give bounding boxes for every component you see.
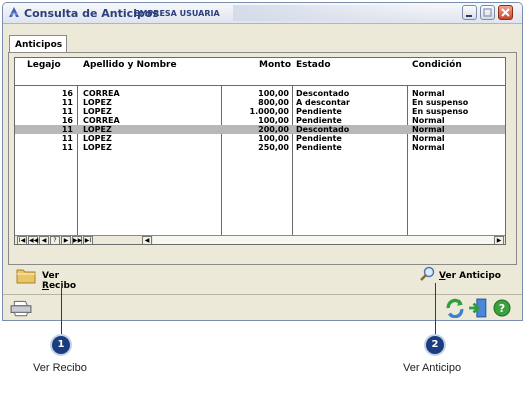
scroll-right-button[interactable]: ▶	[494, 236, 504, 244]
cell-condicion: Normal	[412, 143, 445, 152]
column-header-condicion[interactable]: Condición	[412, 60, 462, 70]
horizontal-scrollbar[interactable]	[153, 236, 503, 244]
cell-monto: 100,00	[258, 134, 289, 143]
table-row[interactable]: 11 LOPEZ 100,00 Pendiente Normal	[15, 134, 505, 143]
folder-icon	[16, 269, 36, 284]
first-record-button[interactable]: I◀	[17, 236, 27, 244]
cell-estado: Pendiente	[296, 116, 342, 125]
cell-legajo: 16	[61, 89, 73, 98]
callout-1-caption: Ver Recibo	[33, 362, 87, 374]
cell-monto: 100,00	[258, 89, 289, 98]
cell-nombre: LOPEZ	[83, 107, 112, 116]
cell-monto: 200,00	[258, 125, 289, 134]
cell-monto: 800,00	[258, 98, 289, 107]
ver-anticipo-button[interactable]: Ver Anticipo	[417, 263, 517, 287]
table-row[interactable]: 16 CORREA 100,00 Descontado Normal	[15, 89, 505, 98]
cell-estado: Pendiente	[296, 143, 342, 152]
cell-nombre: LOPEZ	[83, 143, 112, 152]
cell-legajo: 11	[61, 143, 73, 152]
magnifier-icon	[420, 266, 435, 281]
callout-1-line	[61, 283, 62, 335]
exit-icon[interactable]	[468, 298, 488, 318]
cell-estado: Descontado	[296, 89, 350, 98]
maximize-icon	[483, 8, 492, 17]
title-decoration	[233, 5, 433, 21]
close-icon	[501, 8, 510, 17]
cell-condicion: Normal	[412, 116, 445, 125]
cell-legajo: 16	[61, 116, 73, 125]
next-record-button[interactable]: ▶	[61, 236, 71, 244]
cell-condicion: En suspenso	[412, 98, 469, 107]
cell-monto: 1.000,00	[249, 107, 289, 116]
refresh-icon[interactable]	[445, 298, 465, 318]
column-header-nombre[interactable]: Apellido y Nombre	[83, 60, 177, 70]
cell-nombre: CORREA	[83, 116, 120, 125]
app-logo-icon	[9, 7, 19, 17]
cell-condicion: Normal	[412, 134, 445, 143]
action-bar: Ver Recibo Ver Anticipo	[3, 263, 522, 291]
search-record-button[interactable]: ?	[50, 236, 60, 244]
close-button[interactable]	[498, 5, 513, 20]
column-header-estado[interactable]: Estado	[296, 60, 331, 70]
ver-recibo-label: Ver Recibo	[42, 271, 77, 291]
cell-monto: 100,00	[258, 116, 289, 125]
app-window: Consulta de Anticipos EMPRESA USUARIA An…	[2, 2, 523, 321]
cell-estado: Pendiente	[296, 107, 342, 116]
window-subtitle: EMPRESA USUARIA	[134, 9, 220, 18]
cell-estado: Pendiente	[296, 134, 342, 143]
table-row-selected[interactable]: 11 LOPEZ 200,00 Descontado Normal	[15, 125, 505, 134]
table-row[interactable]: 16 CORREA 100,00 Pendiente Normal	[15, 116, 505, 125]
cell-legajo: 11	[61, 98, 73, 107]
table-row[interactable]: 11 LOPEZ 1.000,00 Pendiente En suspenso	[15, 107, 505, 116]
printer-icon[interactable]	[10, 299, 32, 317]
callout-2-line	[435, 283, 436, 335]
last-record-button[interactable]: ▶I	[83, 236, 93, 244]
callout-1-badge: 1	[52, 336, 70, 354]
status-bar: ?	[3, 294, 522, 320]
ver-anticipo-label: Ver Anticipo	[439, 271, 501, 281]
cell-condicion: En suspenso	[412, 107, 469, 116]
cell-nombre: LOPEZ	[83, 134, 112, 143]
minimize-icon	[466, 15, 472, 17]
next-page-button[interactable]: ▶▶	[72, 236, 82, 244]
help-icon[interactable]: ?	[493, 299, 511, 317]
cell-nombre: LOPEZ	[83, 125, 112, 134]
previous-record-button[interactable]: ◀	[39, 236, 49, 244]
cell-nombre: LOPEZ	[83, 98, 112, 107]
maximize-button[interactable]	[480, 5, 495, 20]
ver-recibo-button[interactable]: Ver Recibo	[13, 263, 93, 291]
cell-estado: A descontar	[296, 98, 350, 107]
table-header: Legajo Apellido y Nombre Monto Estado Co…	[15, 58, 505, 86]
previous-page-button[interactable]: ◀◀	[28, 236, 38, 244]
cell-legajo: 11	[61, 134, 73, 143]
minimize-button[interactable]	[462, 5, 477, 20]
record-navigator: I◀ ◀◀ ◀ ? ▶ ▶▶ ▶I ◀ ▶	[15, 235, 505, 244]
svg-text:?: ?	[499, 302, 505, 315]
tab-panel: Legajo Apellido y Nombre Monto Estado Co…	[8, 52, 517, 265]
cell-legajo: 11	[61, 107, 73, 116]
cell-estado: Descontado	[296, 125, 350, 134]
cell-monto: 250,00	[258, 143, 289, 152]
cell-legajo: 11	[61, 125, 73, 134]
column-header-monto[interactable]: Monto	[259, 60, 291, 70]
callout-2-badge: 2	[426, 336, 444, 354]
scroll-left-button[interactable]: ◀	[142, 236, 152, 244]
cell-nombre: CORREA	[83, 89, 120, 98]
table-row[interactable]: 11 LOPEZ 800,00 A descontar En suspenso	[15, 98, 505, 107]
tab-anticipos[interactable]: Anticipos	[9, 35, 67, 53]
cell-condicion: Normal	[412, 125, 445, 134]
title-bar[interactable]: Consulta de Anticipos EMPRESA USUARIA	[3, 3, 522, 24]
cell-condicion: Normal	[412, 89, 445, 98]
column-header-legajo[interactable]: Legajo	[27, 60, 61, 70]
table-row[interactable]: 11 LOPEZ 250,00 Pendiente Normal	[15, 143, 505, 152]
anticipos-grid[interactable]: Legajo Apellido y Nombre Monto Estado Co…	[14, 57, 506, 245]
callout-2-caption: Ver Anticipo	[403, 362, 462, 374]
